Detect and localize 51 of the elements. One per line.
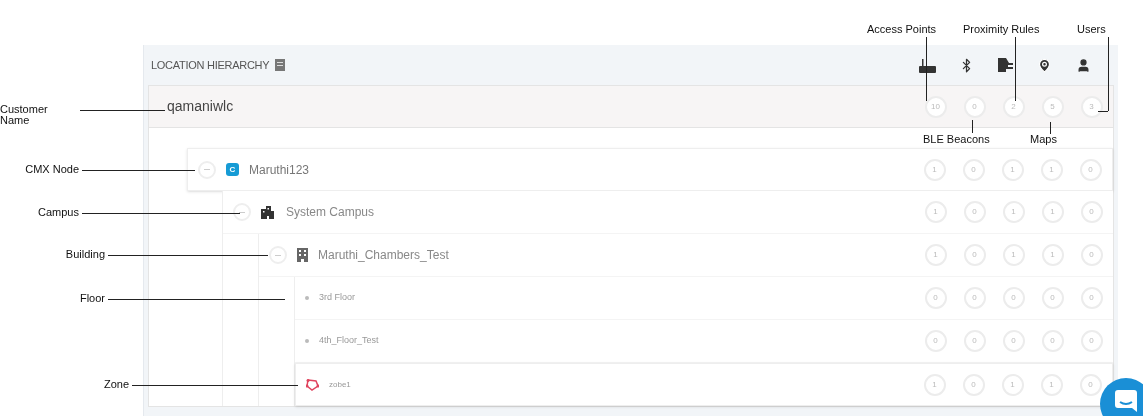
count-badge: 1 [1002,201,1025,223]
flag-icon [998,57,1013,72]
customer-name: qamaniwlc [166,97,235,116]
callout-label: Customer Name [0,104,49,126]
node-badge: C [226,163,239,176]
count-badge: 1 [924,201,947,223]
callout-label: Proximity Rules [963,24,1040,35]
count-badge: 1 [1001,373,1024,396]
callout-label: Access Points [867,24,937,35]
node-name[interactable]: Maruthi123 [249,160,310,179]
node-name[interactable]: System Campus [286,203,375,221]
count-badge: 1 [923,373,946,396]
callout-label: Floor [79,293,105,304]
leader-line [926,37,927,101]
user-icon [1076,57,1091,73]
callout-label: Users [1077,24,1106,35]
panel-title: LOCATION HIERARCHY [151,57,270,73]
count-badge: 2 [1002,95,1025,118]
callout-label: Zone [103,379,129,390]
chat-icon [1115,390,1137,412]
callout-label: CMX Node [25,164,79,175]
callout-label: BLE Beacons [923,134,990,145]
node-name[interactable]: zobe1 [329,378,351,391]
building-icon [297,248,308,262]
count-badge: 1 [1041,201,1064,223]
access-point-icon [919,57,936,73]
count-badge: 10 [924,95,947,118]
leader-line [972,120,973,133]
document-icon [275,59,286,71]
count-badge: 1 [924,244,947,266]
node-name[interactable]: Maruthi_Chambers_Test [318,246,449,264]
bullet-icon [305,296,309,300]
count-badge: 1 [1040,373,1063,396]
callout-label: Maps [1030,134,1057,145]
node-name[interactable]: 3rd Floor [319,291,355,305]
bullet-icon [305,339,309,343]
count-badge: 1 [1041,244,1064,266]
collapse-toggle[interactable] [198,160,216,179]
count-badge: 1 [1040,158,1063,181]
count-badge: 1 [1001,158,1024,181]
zone-icon [306,378,319,391]
callout-label: Building [65,249,105,260]
map-pin-icon [1037,57,1052,73]
leader-line [1050,122,1051,134]
count-badge: 1 [923,158,946,181]
count-badge: 1 [1002,244,1025,266]
leader-line [1015,37,1016,101]
buildings-icon [261,205,276,219]
node-name[interactable]: 4th_Floor_Test [319,334,379,348]
callout-label: Campus [38,207,79,218]
collapse-toggle[interactable] [269,246,287,264]
